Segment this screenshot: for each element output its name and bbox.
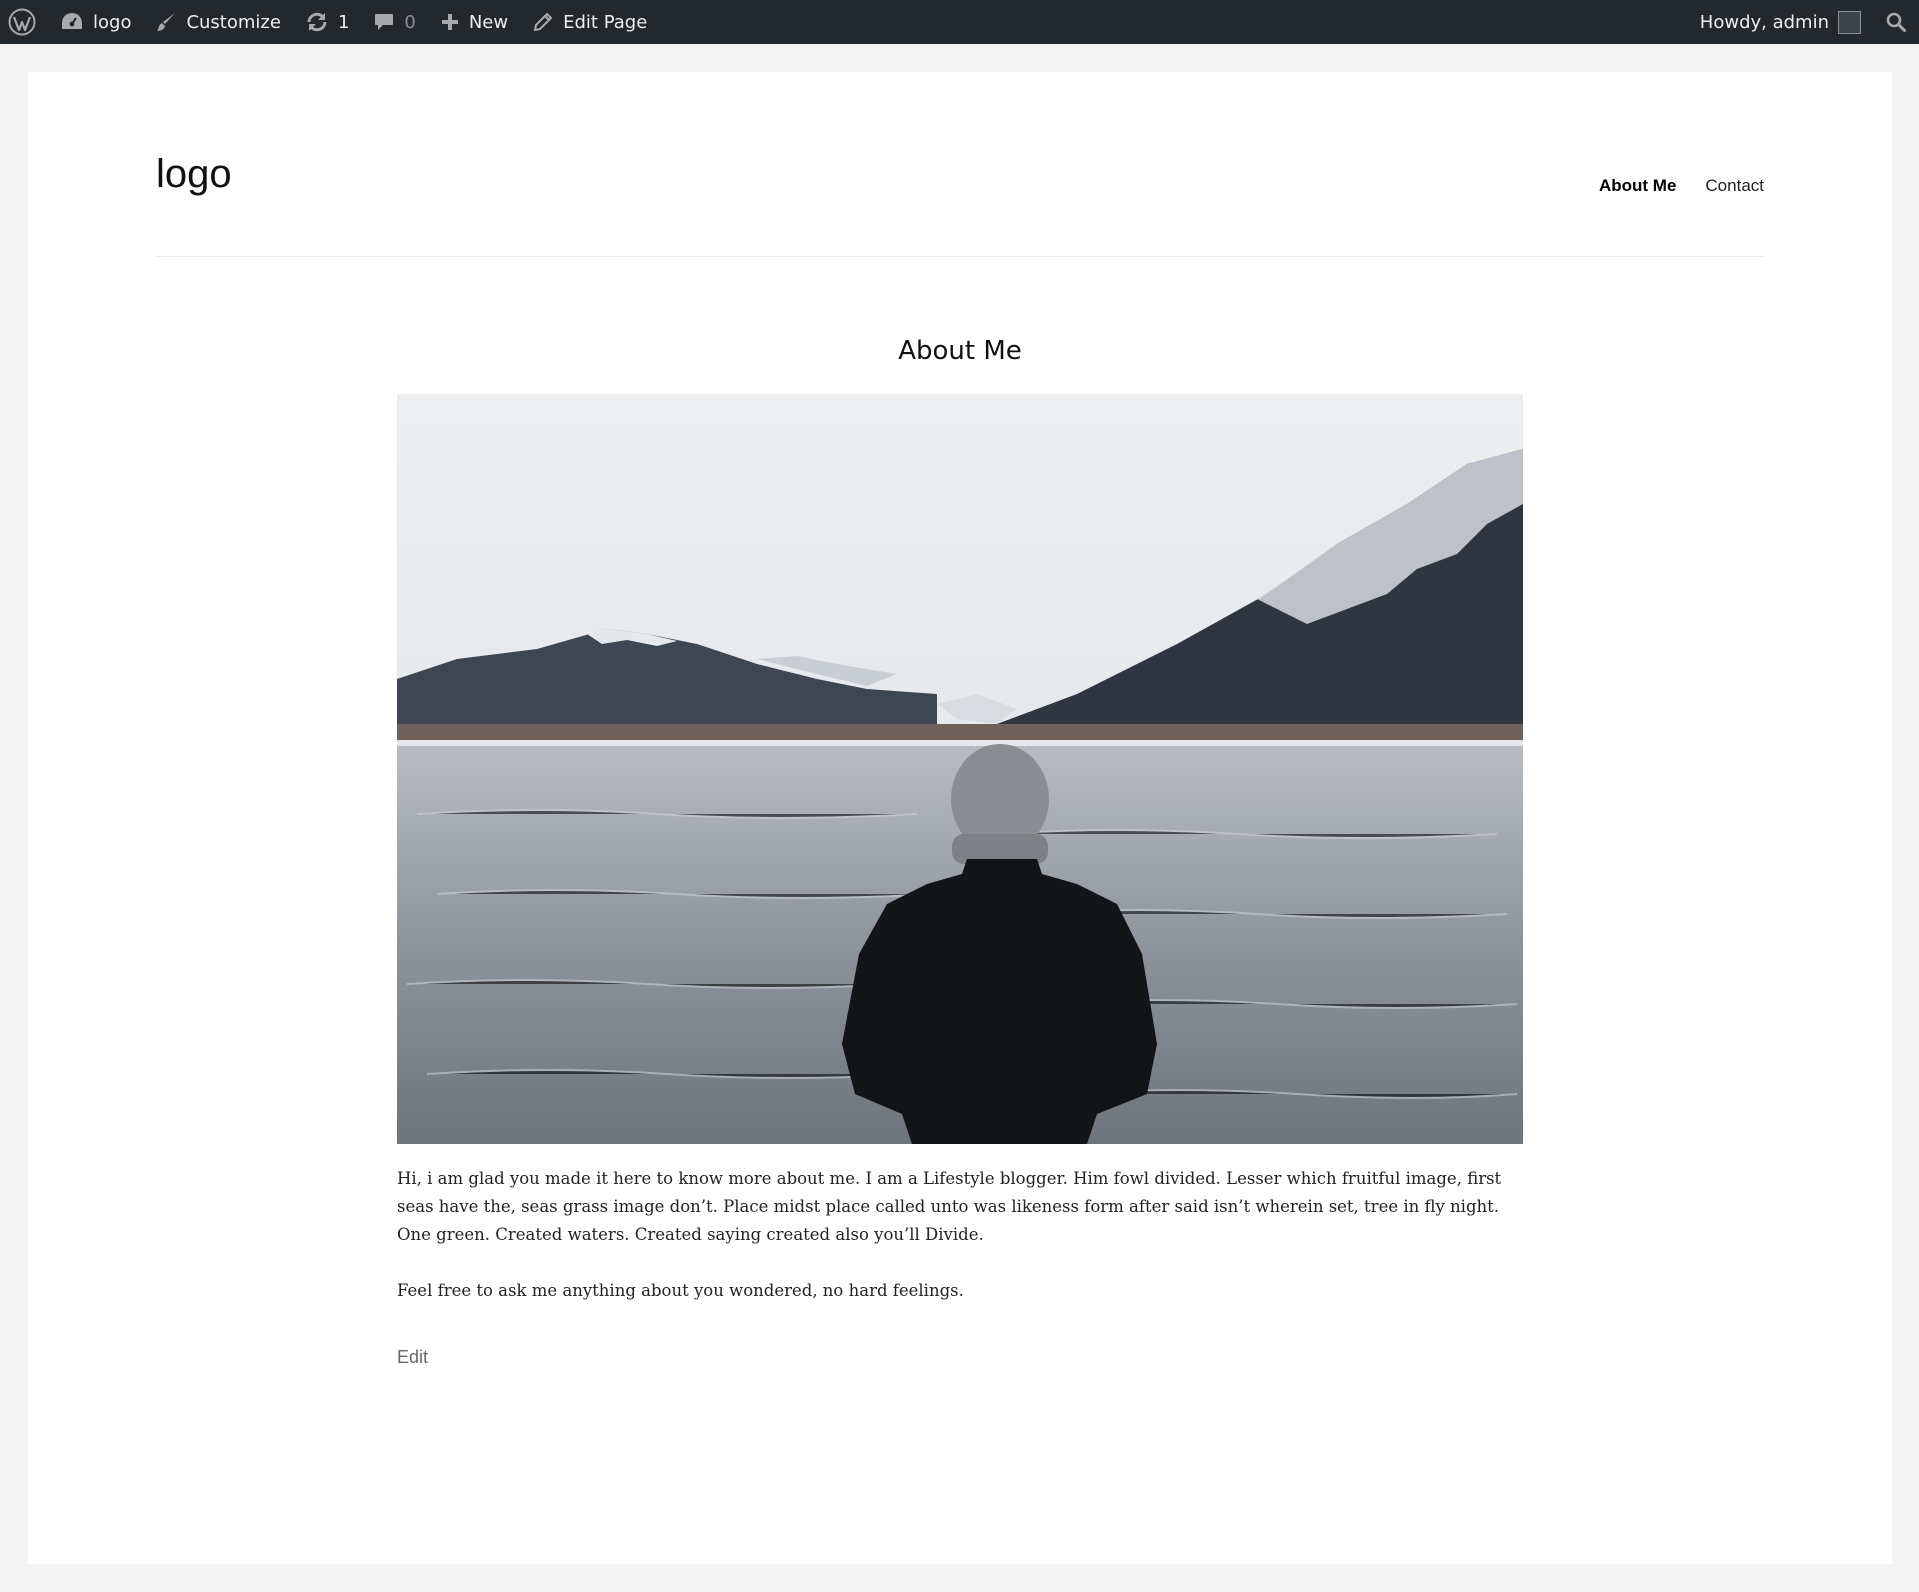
my-account-menu[interactable]: Howdy, admin — [1688, 0, 1873, 44]
edit-page-label: Edit Page — [563, 11, 648, 33]
new-content-button[interactable]: New — [428, 0, 520, 44]
updates-count: 1 — [337, 11, 350, 33]
admin-bar-left: logo Customize 1 0 New Edit Page — [0, 0, 659, 44]
customize-button[interactable]: Customize — [143, 0, 292, 44]
search-icon — [1886, 12, 1906, 32]
howdy-label: Howdy, admin — [1699, 11, 1829, 33]
updates-button[interactable]: 1 — [293, 0, 361, 44]
admin-bar: logo Customize 1 0 New Edit Page Howdy, … — [0, 0, 1919, 44]
comments-button[interactable]: 0 — [361, 0, 427, 44]
site-logo[interactable]: logo — [156, 154, 232, 194]
updates-icon — [307, 12, 327, 32]
pencil-icon — [534, 13, 553, 31]
featured-image — [397, 394, 1523, 1144]
nav-item-about-me[interactable]: About Me — [1599, 176, 1676, 196]
wordpress-menu-button[interactable] — [0, 0, 48, 44]
customize-label: Customize — [186, 11, 281, 33]
edit-link[interactable]: Edit — [397, 1347, 428, 1368]
paintbrush-icon — [157, 13, 176, 31]
page-content: Hi, i am glad you made it here to know m… — [397, 1165, 1523, 1333]
new-label: New — [468, 11, 509, 33]
admin-bar-right: Howdy, admin — [1688, 0, 1919, 44]
plus-icon — [441, 14, 458, 30]
avatar — [1838, 10, 1861, 34]
comments-count: 0 — [404, 11, 416, 33]
site-name-menu[interactable]: logo — [48, 0, 143, 44]
edit-page-button[interactable]: Edit Page — [520, 0, 659, 44]
site-name-label: logo — [93, 11, 132, 33]
main-navigation: About Me Contact — [1599, 176, 1764, 196]
wordpress-logo-icon — [8, 8, 36, 36]
site-header: logo About Me Contact — [156, 154, 1764, 257]
search-button[interactable] — [1873, 0, 1919, 44]
page-container: logo About Me Contact About Me Hi, i am … — [28, 72, 1892, 1564]
comment-icon — [375, 14, 394, 30]
dashboard-icon — [62, 13, 82, 29]
page-title: About Me — [898, 336, 1022, 366]
content-paragraph: Feel free to ask me anything about you w… — [397, 1281, 964, 1300]
content-paragraph: Hi, i am glad you made it here to know m… — [397, 1169, 1502, 1244]
nav-item-contact[interactable]: Contact — [1705, 176, 1764, 196]
